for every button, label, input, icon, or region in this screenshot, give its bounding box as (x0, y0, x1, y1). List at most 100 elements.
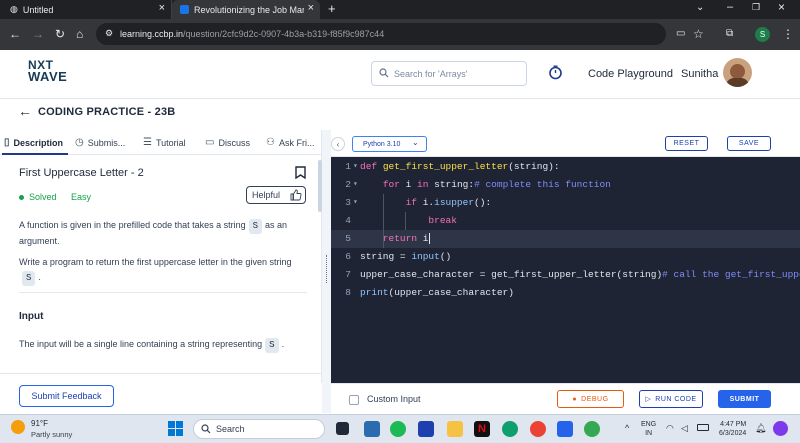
taskbar-search[interactable]: Search (193, 419, 325, 439)
windows-start-icon[interactable] (168, 421, 183, 436)
custom-input-label[interactable]: Custom Input (367, 394, 421, 404)
line-number: 6 (345, 251, 351, 262)
app-icon[interactable] (418, 421, 434, 437)
tab-description[interactable]: ▯ Description (4, 137, 63, 148)
language-select[interactable]: Python 3.10 ⌄ (352, 136, 427, 152)
home-icon[interactable]: ⌂ (76, 27, 83, 41)
tab-submissions[interactable]: ◷ Submis... (75, 137, 125, 148)
solved-status: Solved (19, 192, 57, 202)
code-token: break (428, 215, 457, 226)
clock[interactable]: 4:47 PM 6/3/2024 (719, 420, 746, 438)
url-path: /question/2cfc9d2c-0907-4b3a-b319-f85f9c… (183, 29, 385, 39)
browser-menu-icon[interactable]: ⋮ (782, 27, 794, 41)
nxtwave-logo[interactable]: NXT WAVE (28, 59, 67, 83)
wifi-icon[interactable]: ◠ (666, 423, 674, 434)
tab-discuss[interactable]: ▭ Discuss (205, 137, 250, 148)
maximize-icon[interactable]: ❐ (752, 2, 760, 13)
profile-avatar[interactable]: S (755, 27, 770, 42)
user-avatar[interactable] (723, 58, 752, 87)
fold-chevron-icon[interactable]: ▾ (353, 176, 358, 194)
code-editor[interactable]: 1 ▾ def get_first_upper_letter(string): 2 ▾ … (331, 157, 800, 383)
save-button[interactable]: SAVE (727, 136, 771, 151)
code-line[interactable]: 4 break (331, 212, 800, 230)
submit-feedback-button[interactable]: Submit Feedback (19, 385, 114, 407)
edge-icon[interactable] (502, 421, 518, 437)
code-line[interactable]: 8 print(upper_case_character) (331, 284, 800, 302)
code-line[interactable]: 5 return i (331, 230, 800, 248)
browser-tab-untitled[interactable]: ◍ Untitled × (2, 0, 172, 19)
reload-icon[interactable]: ↻ (55, 27, 65, 41)
notification-icon[interactable]: 🔔︎ (755, 423, 766, 434)
back-arrow-icon[interactable]: ← (18, 103, 32, 119)
window-close-icon[interactable]: × (778, 0, 785, 14)
site-info-icon[interactable]: ⚙ (105, 28, 113, 39)
volume-icon[interactable]: ◁ (681, 423, 688, 434)
people-icon: ⚇ (266, 137, 275, 148)
keyboard-language[interactable]: ENG IN (641, 420, 656, 438)
chrome-profile-icon[interactable] (584, 421, 600, 437)
panel-resize-handle[interactable] (322, 130, 331, 413)
text: The input will be a single line containi… (19, 339, 263, 349)
bookmark-star-icon[interactable]: ☆ (693, 27, 704, 41)
tab-ask-friends[interactable]: ⚇ Ask Fri... (266, 137, 314, 148)
code-line[interactable]: 3 ▾ if i.isupper(): (331, 194, 800, 212)
netflix-icon[interactable]: N (474, 421, 490, 437)
code-token: get_first_upper_letter (382, 161, 509, 172)
line-number: 3 (345, 197, 351, 208)
play-icon: ▷ (645, 396, 652, 403)
code-text: break (360, 212, 457, 230)
code-line[interactable]: 7 upper_case_character = get_first_upper_… (331, 266, 800, 284)
debug-button[interactable]: ● DEBUG (557, 390, 624, 408)
chrome-icon[interactable] (530, 421, 546, 437)
code-line[interactable]: 1 ▾ def get_first_upper_letter(string): (331, 158, 800, 176)
code-token: string = (360, 251, 412, 262)
code-text: if i.isupper(): (360, 194, 492, 212)
weather-temperature[interactable]: 91°F (31, 419, 48, 428)
back-icon[interactable]: ← (9, 27, 21, 41)
code-token: print (360, 287, 389, 298)
file-explorer-icon[interactable] (447, 421, 463, 437)
status-dot-icon (19, 194, 24, 200)
url-host: learning.ccbp.in (120, 29, 184, 39)
weather-icon[interactable] (11, 420, 25, 434)
tab-search-icon[interactable]: ⌄ (696, 2, 704, 13)
address-bar[interactable]: ⚙ learning.ccbp.in/question/2cfc9d2c-090… (96, 23, 666, 45)
extensions-icon[interactable]: ⧉ (726, 27, 733, 41)
description-paragraph-2: Write a program to return the first uppe… (19, 255, 309, 286)
minimize-icon[interactable]: – (727, 1, 733, 13)
tab-tutorial[interactable]: ☰ Tutorial (143, 137, 186, 148)
battery-icon[interactable] (697, 424, 709, 431)
close-tab-icon[interactable]: × (308, 2, 314, 14)
run-code-button[interactable]: ▷ RUN CODE (639, 390, 703, 408)
collapse-panel-icon[interactable]: ‹ (331, 137, 345, 151)
mail-icon[interactable] (557, 421, 573, 437)
cast-icon[interactable]: ▭ (676, 27, 685, 41)
custom-input-checkbox[interactable] (349, 395, 359, 405)
weather-condition[interactable]: Partly sunny (31, 430, 72, 439)
copilot-icon[interactable] (773, 421, 788, 436)
timer-icon[interactable] (548, 65, 563, 80)
code-text: print(upper_case_character) (360, 284, 514, 302)
code-line[interactable]: 2 ▾ for i in string:# complete this funct… (331, 176, 800, 194)
code-line[interactable]: 6 string = input() (331, 248, 800, 266)
code-playground-link[interactable]: Code Playground (588, 68, 673, 80)
search-input[interactable]: Search for 'Arrays' (371, 61, 527, 86)
browser-tab-active[interactable]: Revolutionizing the Job Market × (172, 0, 320, 19)
close-tab-icon[interactable]: × (159, 2, 165, 14)
submit-button[interactable]: SUBMIT (718, 390, 771, 408)
debug-label: DEBUG (581, 395, 609, 403)
fold-chevron-icon[interactable]: ▾ (353, 158, 358, 176)
fold-chevron-icon[interactable]: ▾ (353, 194, 358, 212)
divider (19, 292, 307, 293)
spotify-icon[interactable] (390, 421, 406, 437)
tray-chevron-icon[interactable]: ^ (625, 423, 629, 433)
bookmark-icon[interactable] (295, 166, 306, 179)
forward-icon[interactable]: → (32, 27, 44, 41)
task-view-icon[interactable] (336, 422, 349, 435)
reset-button[interactable]: RESET (665, 136, 708, 151)
line-number: 5 (345, 233, 351, 244)
monitor-app-icon[interactable] (364, 421, 380, 437)
user-name[interactable]: Sunitha (681, 68, 718, 80)
new-tab-icon[interactable]: + (328, 1, 336, 16)
helpful-button[interactable]: Helpful (246, 186, 306, 204)
